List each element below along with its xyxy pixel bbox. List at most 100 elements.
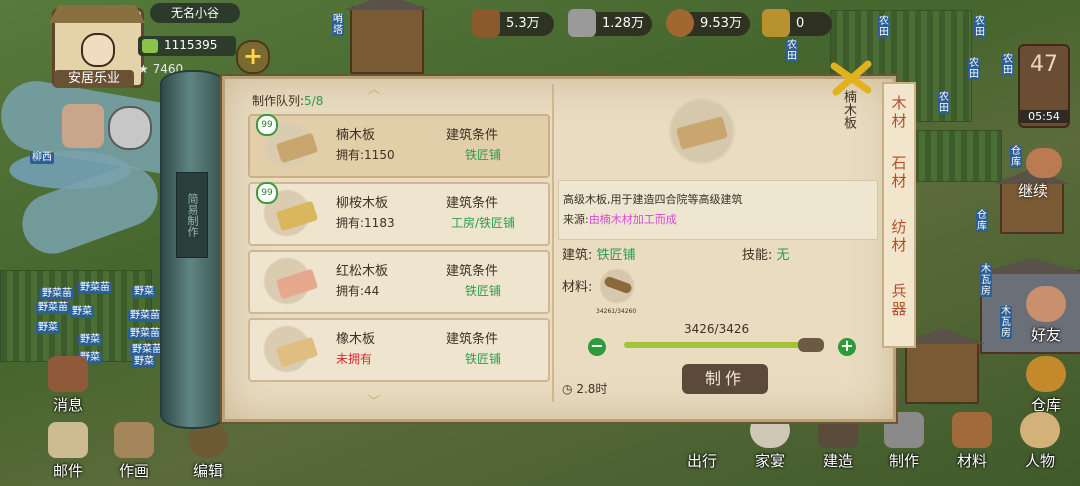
nav-edit[interactable]: 编辑 xyxy=(180,422,236,481)
map-label-field: 野菜 xyxy=(36,322,60,334)
category-tabs: 木材 石材 纺材 兵器 xyxy=(882,82,916,348)
plank-icon xyxy=(275,336,319,368)
resource-coin[interactable]: 9.53万 xyxy=(666,9,750,37)
nav-painting[interactable]: 作画 xyxy=(106,422,162,481)
level-badge: 99 xyxy=(256,182,278,204)
nav-mail[interactable]: 邮件 xyxy=(40,422,96,481)
item-requirement: 铁匠铺 xyxy=(464,148,501,162)
log-material-icon[interactable] xyxy=(596,268,638,304)
craft-time-value: 2.8时 xyxy=(576,382,608,396)
map-label-field: 野菜苗 xyxy=(128,310,162,322)
item-requirement: 铁匠铺 xyxy=(464,352,501,366)
avatar-face xyxy=(81,33,115,67)
wood-log-icon xyxy=(472,9,500,37)
craft-time: ◷ 2.8时 xyxy=(562,380,607,397)
item-owned: 拥有:44 xyxy=(336,284,380,298)
power-bar: 1115395 xyxy=(138,36,236,56)
queue-label: 制作队列: xyxy=(252,94,305,108)
resource-wood[interactable]: 5.3万 xyxy=(472,9,554,37)
tab-char: 器 xyxy=(891,300,907,318)
continue-label[interactable]: 继续 xyxy=(1018,180,1048,201)
map-label-farmland: 农田 xyxy=(878,16,890,38)
title-banner: 安居乐业 xyxy=(54,70,134,88)
map-label-field: 野菜苗 xyxy=(128,328,162,340)
scroll-up-icon[interactable]: ︿ xyxy=(368,80,380,97)
character-icon[interactable] xyxy=(62,104,104,148)
plank-icon xyxy=(275,268,319,300)
nav-label: 好友 xyxy=(1030,326,1061,344)
map-label-farmland: 农田 xyxy=(968,58,980,80)
map-label-river: 柳西 xyxy=(30,152,54,164)
plank-icon xyxy=(275,200,319,232)
map-label-farmland: 农田 xyxy=(938,92,950,114)
building[interactable] xyxy=(905,340,979,404)
craft-item-3[interactable]: 红松木板 拥有:44 建筑条件 铁匠铺 xyxy=(248,250,550,314)
nav-material[interactable]: 材料 xyxy=(944,412,1000,471)
plank-icon xyxy=(275,132,319,164)
building[interactable] xyxy=(350,6,424,74)
craft-item-4[interactable]: 橡木板 未拥有 建筑条件 铁匠铺 xyxy=(248,318,550,382)
continue-icon[interactable] xyxy=(1026,148,1062,178)
quantity-slider[interactable] xyxy=(624,342,820,348)
item-owned: 未拥有 xyxy=(336,352,373,366)
source-line: 来源:由楠木材加工而成 xyxy=(563,211,677,227)
description-box: 高级木板,用于建造四合院等高级建筑 来源:由楠木材加工而成 xyxy=(558,180,878,240)
resource-stone[interactable]: 1.28万 xyxy=(568,9,652,37)
plank-icon xyxy=(675,116,729,150)
item-condition-label: 建筑条件 xyxy=(446,264,499,279)
item-name: 橡木板 xyxy=(336,332,376,347)
item-requirement: 铁匠铺 xyxy=(464,284,501,298)
tab-char: 材 xyxy=(891,112,907,130)
craft-item-1[interactable]: 99 楠木板 拥有:1150 建筑条件 铁匠铺 xyxy=(248,114,550,178)
map-label-pavilion: 哨塔 xyxy=(332,14,344,36)
resource-value: 1.28万 xyxy=(602,16,644,31)
skill-value: 无 xyxy=(776,248,790,263)
village-name[interactable]: 无名小谷 xyxy=(150,3,240,23)
item-owned: 拥有:1150 xyxy=(336,148,395,162)
map-label-storage: 仓库 xyxy=(1010,146,1022,168)
add-button[interactable]: + xyxy=(236,40,270,74)
map-label-field: 野菜苗 xyxy=(130,344,164,356)
ticket-icon xyxy=(762,9,790,37)
nav-label: 材料 xyxy=(956,452,987,470)
detail-thumbnail xyxy=(664,96,740,166)
item-name: 柳桉木板 xyxy=(336,196,389,211)
nav-warehouse[interactable]: 仓库 xyxy=(1018,356,1074,415)
resource-value: 9.53万 xyxy=(700,16,742,31)
tab-stone[interactable]: 石材 xyxy=(884,148,914,204)
resource-ticket[interactable]: 0 xyxy=(762,9,832,37)
nav-message[interactable]: 消息 xyxy=(40,356,96,415)
scroll-down-icon[interactable]: ﹀ xyxy=(368,392,380,409)
vendor-icon[interactable] xyxy=(108,106,152,150)
panel-divider xyxy=(552,84,554,402)
slider-handle[interactable] xyxy=(798,338,824,352)
nav-people[interactable]: 人物 xyxy=(1012,412,1068,471)
friends-icon xyxy=(1026,286,1066,322)
tab-char: 材 xyxy=(891,172,907,190)
increase-button[interactable]: + xyxy=(838,338,856,356)
craft-item-2[interactable]: 99 柳桉木板 拥有:1183 建筑条件 工房/铁匠铺 xyxy=(248,182,550,246)
tab-textile[interactable]: 纺材 xyxy=(884,212,914,268)
nav-label: 作画 xyxy=(118,462,149,480)
decrease-button[interactable]: − xyxy=(588,338,606,356)
map-label-field: 野菜 xyxy=(78,334,102,346)
tab-weapon[interactable]: 兵器 xyxy=(884,276,914,332)
queue-value: 5/8 xyxy=(304,94,324,108)
item-requirement: 工房/铁匠铺 xyxy=(450,216,516,230)
map-label-farmland: 农田 xyxy=(1002,54,1014,76)
item-condition-label: 建筑条件 xyxy=(446,196,499,211)
nav-friends[interactable]: 好友 xyxy=(1018,286,1074,345)
clock-icon: ◷ xyxy=(562,382,573,396)
source-label: 来源: xyxy=(563,213,589,226)
material-count: 3426/3426 xyxy=(684,322,750,336)
tab-char: 材 xyxy=(891,236,907,254)
day-clock[interactable]: 47 05:54 xyxy=(1018,44,1070,128)
make-button[interactable]: 制作 xyxy=(682,364,768,394)
tab-wood[interactable]: 木材 xyxy=(884,88,914,144)
power-value: 1115395 xyxy=(164,38,218,52)
log-shape xyxy=(603,275,633,295)
item-thumbnail xyxy=(258,256,319,306)
close-icon[interactable] xyxy=(828,56,876,100)
nav-label: 制作 xyxy=(888,452,919,470)
resource-value: 0 xyxy=(796,16,805,31)
